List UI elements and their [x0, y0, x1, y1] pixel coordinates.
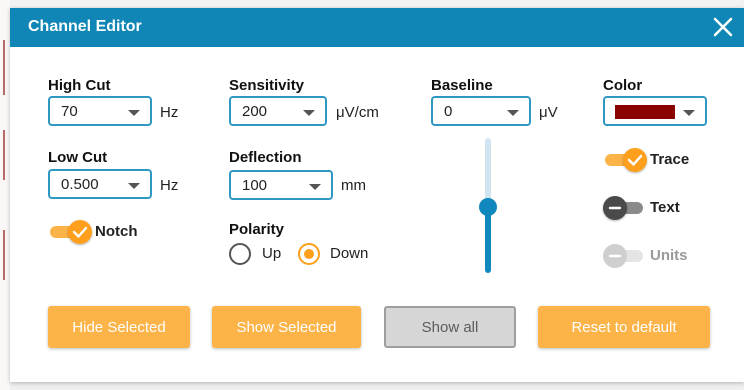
low-cut-select[interactable]: 0.500 [48, 169, 152, 199]
polarity-up-radio[interactable] [229, 243, 251, 265]
chevron-down-icon [507, 110, 519, 116]
chevron-down-icon [128, 110, 140, 116]
deflection-unit: mm [341, 177, 366, 194]
low-cut-unit: Hz [160, 177, 179, 194]
low-cut-value: 0.500 [61, 176, 99, 193]
high-cut-unit: Hz [160, 104, 179, 121]
slider-thumb[interactable] [479, 198, 497, 216]
minus-icon [608, 206, 622, 210]
background-bottom-strip [10, 382, 744, 390]
sensitivity-label: Sensitivity [229, 77, 305, 94]
text-label: Text [650, 199, 680, 216]
polarity-label: Polarity [229, 221, 285, 238]
text-toggle[interactable] [603, 196, 653, 220]
channel-editor-dialog: Channel Editor High Cut 70 Hz Low Cut 0.… [10, 8, 744, 382]
high-cut-select[interactable]: 70 [48, 96, 152, 126]
baseline-select[interactable]: 0 [431, 96, 531, 126]
close-icon[interactable] [710, 14, 736, 40]
check-icon [627, 154, 643, 166]
deflection-select[interactable]: 100 [229, 170, 333, 200]
sensitivity-unit: μV/cm [336, 104, 379, 121]
sensitivity-select[interactable]: 200 [229, 96, 327, 126]
chevron-down-icon [128, 183, 140, 189]
chevron-down-icon [309, 184, 321, 190]
polarity-down-radio[interactable] [298, 243, 320, 265]
deflection-label: Deflection [229, 149, 302, 166]
high-cut-value: 70 [61, 103, 78, 120]
baseline-value: 0 [444, 103, 453, 120]
chevron-down-icon [303, 110, 315, 116]
minus-icon [608, 254, 622, 258]
color-select[interactable] [603, 96, 707, 126]
notch-toggle[interactable] [48, 220, 98, 244]
trace-toggle[interactable] [603, 148, 653, 172]
show-selected-button[interactable]: Show Selected [212, 306, 361, 348]
check-icon [72, 226, 88, 238]
background-top-strip [10, 0, 744, 8]
chevron-down-icon [683, 110, 695, 116]
show-all-button[interactable]: Show all [384, 306, 516, 348]
notch-label: Notch [95, 223, 138, 240]
units-label: Units [650, 247, 688, 264]
hide-selected-button[interactable]: Hide Selected [48, 306, 190, 348]
units-toggle[interactable] [603, 244, 653, 268]
deflection-value: 100 [242, 177, 268, 194]
polarity-up-label: Up [262, 245, 282, 262]
dialog-title: Channel Editor [28, 18, 142, 35]
baseline-label: Baseline [431, 77, 493, 94]
low-cut-label: Low Cut [48, 149, 108, 166]
baseline-unit: μV [539, 104, 558, 121]
dialog-titlebar: Channel Editor [10, 8, 744, 47]
baseline-slider[interactable] [478, 138, 498, 273]
trace-label: Trace [650, 151, 690, 168]
reset-to-default-button[interactable]: Reset to default [538, 306, 710, 348]
color-swatch [615, 105, 675, 119]
sensitivity-value: 200 [242, 103, 268, 120]
high-cut-label: High Cut [48, 77, 111, 94]
color-label: Color [603, 77, 643, 94]
polarity-down-label: Down [330, 245, 369, 262]
